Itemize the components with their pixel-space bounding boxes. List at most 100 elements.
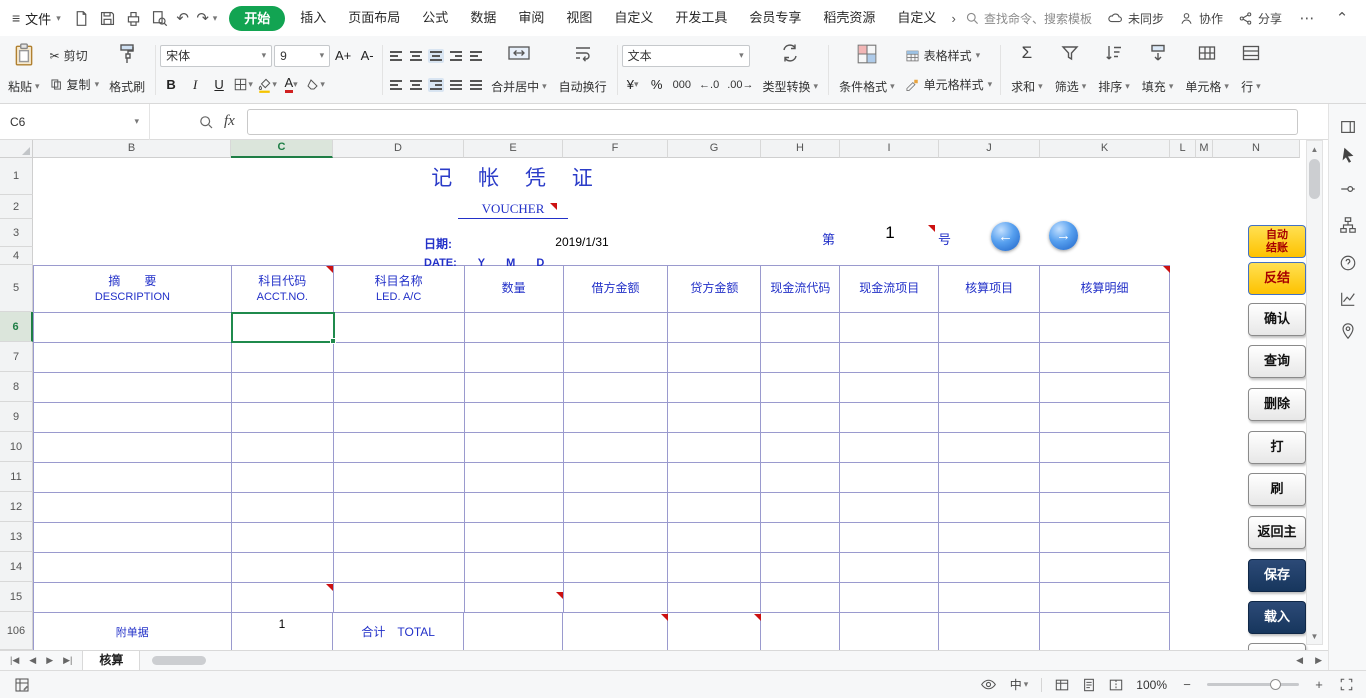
align-middle-icon[interactable] (408, 49, 424, 63)
filter-button[interactable]: 筛选▾ (1049, 39, 1093, 99)
indent-increase-icon[interactable] (468, 49, 484, 63)
empty-cell[interactable] (34, 433, 232, 463)
format-painter-button[interactable]: 格式刷 (103, 39, 151, 99)
zoom-in-button[interactable]: + (1312, 677, 1326, 692)
attach-count-cell[interactable]: 1 (232, 613, 334, 650)
col-header-J[interactable]: J (939, 140, 1040, 158)
tab-data[interactable]: 数据 (459, 0, 507, 36)
more-icon[interactable]: ⋯ (1297, 9, 1317, 27)
empty-cell[interactable] (465, 523, 564, 553)
row-header-8[interactable]: 8 (0, 372, 33, 402)
empty-cell[interactable] (1040, 373, 1170, 403)
currency-button[interactable]: ¥▾ (622, 74, 644, 95)
empty-cell[interactable] (840, 523, 939, 553)
empty-cell[interactable] (668, 613, 761, 650)
cells-button[interactable]: 单元格▾ (1179, 39, 1235, 99)
empty-cell[interactable] (1040, 583, 1170, 613)
empty-cell[interactable] (34, 313, 232, 343)
empty-cell[interactable] (232, 373, 334, 403)
decrease-decimal-button[interactable]: .00→ (724, 79, 756, 91)
share-button[interactable]: 分享 (1238, 10, 1282, 27)
row-header-15[interactable]: 15 (0, 582, 33, 612)
empty-cell[interactable] (1040, 523, 1170, 553)
row-header-12[interactable]: 12 (0, 492, 33, 522)
font-color-button[interactable]: A▾ (280, 74, 302, 95)
empty-cell[interactable] (465, 463, 564, 493)
header-cashflow-code[interactable]: 现金流代码 (761, 266, 840, 313)
empty-cell[interactable] (465, 583, 564, 613)
col-header-F[interactable]: F (563, 140, 668, 158)
tab-review[interactable]: 审阅 (507, 0, 555, 36)
prev-voucher-button[interactable]: ← (991, 222, 1020, 251)
header-accounting-detail[interactable]: 核算明细 (1040, 266, 1170, 313)
next-sheet-icon[interactable]: ▶ (46, 655, 53, 666)
empty-cell[interactable] (761, 403, 840, 433)
row-header-13[interactable]: 13 (0, 522, 33, 552)
empty-cell[interactable] (232, 583, 334, 613)
command-search[interactable]: 查找命令、搜索模板 (965, 10, 1092, 27)
empty-cell[interactable] (334, 373, 465, 403)
formula-input[interactable] (247, 109, 1298, 135)
delete-button[interactable]: 删除 (1248, 388, 1306, 421)
vertical-scroll-thumb[interactable] (1309, 159, 1320, 199)
row-header-14[interactable]: 14 (0, 552, 33, 582)
refresh-button[interactable]: 刷 (1248, 473, 1306, 506)
table-style-button[interactable]: 表格样式▾ (901, 45, 997, 67)
scroll-down-icon[interactable]: ▼ (1307, 628, 1322, 644)
empty-cell[interactable] (939, 313, 1040, 343)
empty-cell[interactable] (232, 523, 334, 553)
redo-button[interactable]: ↷ (193, 9, 213, 27)
fill-color-button[interactable]: ▾ (256, 74, 278, 95)
col-header-K[interactable]: K (1040, 140, 1170, 158)
empty-cell[interactable] (668, 313, 761, 343)
col-header-H[interactable]: H (761, 140, 840, 158)
bold-button[interactable]: B (160, 74, 182, 95)
empty-cell[interactable] (840, 463, 939, 493)
empty-cell[interactable] (465, 553, 564, 583)
vertical-scrollbar[interactable]: ▲ ▼ (1306, 140, 1323, 645)
empty-cell[interactable] (564, 403, 669, 433)
empty-cell[interactable] (668, 583, 761, 613)
empty-cell[interactable] (34, 373, 232, 403)
eye-protection-icon[interactable] (980, 676, 997, 693)
row-header-106[interactable]: 106 (0, 612, 33, 650)
empty-cell[interactable] (840, 373, 939, 403)
zoom-out-button[interactable]: − (1180, 677, 1194, 692)
undo-button[interactable]: ↶ (173, 9, 193, 27)
row-header-9[interactable]: 9 (0, 402, 33, 432)
tab-insert[interactable]: 插入 (289, 0, 337, 36)
empty-cell[interactable] (334, 403, 465, 433)
empty-cell[interactable] (34, 343, 232, 373)
file-menu[interactable]: ≡ 文件 ▾ (0, 9, 69, 28)
hscroll-left-icon[interactable]: ◀ (1290, 655, 1309, 666)
fullscreen-icon[interactable] (1339, 677, 1354, 692)
auto-close-button[interactable]: 自动结账 (1248, 225, 1306, 258)
zoom-level[interactable]: 100% (1136, 678, 1167, 692)
align-left-icon[interactable] (388, 78, 404, 92)
empty-cell[interactable] (334, 583, 465, 613)
col-header-G[interactable]: G (668, 140, 761, 158)
name-box[interactable]: C6 ▾ (0, 104, 150, 140)
first-sheet-icon[interactable]: |◀ (10, 655, 19, 666)
empty-cell[interactable] (1040, 433, 1170, 463)
percent-button[interactable]: % (646, 74, 668, 95)
tab-page-layout[interactable]: 页面布局 (337, 0, 411, 36)
empty-cell[interactable] (334, 313, 465, 343)
sort-button[interactable]: 排序▾ (1092, 39, 1136, 99)
empty-cell[interactable] (761, 583, 840, 613)
align-right-icon[interactable] (428, 78, 444, 92)
empty-cell[interactable] (34, 403, 232, 433)
col-header-B[interactable]: B (33, 140, 231, 158)
sidebar-panel-icon[interactable] (1339, 118, 1359, 138)
empty-cell[interactable] (840, 313, 939, 343)
tab-member[interactable]: 会员专享 (738, 0, 812, 36)
last-sheet-icon[interactable]: ▶| (63, 655, 72, 666)
empty-cell[interactable] (564, 343, 669, 373)
empty-cell[interactable] (668, 433, 761, 463)
empty-cell[interactable] (564, 373, 669, 403)
empty-cell[interactable] (939, 553, 1040, 583)
row-header-1[interactable]: 1 (0, 158, 33, 195)
empty-cell[interactable] (1040, 343, 1170, 373)
empty-cell[interactable] (465, 313, 564, 343)
comma-style-button[interactable]: 000 (670, 79, 694, 91)
